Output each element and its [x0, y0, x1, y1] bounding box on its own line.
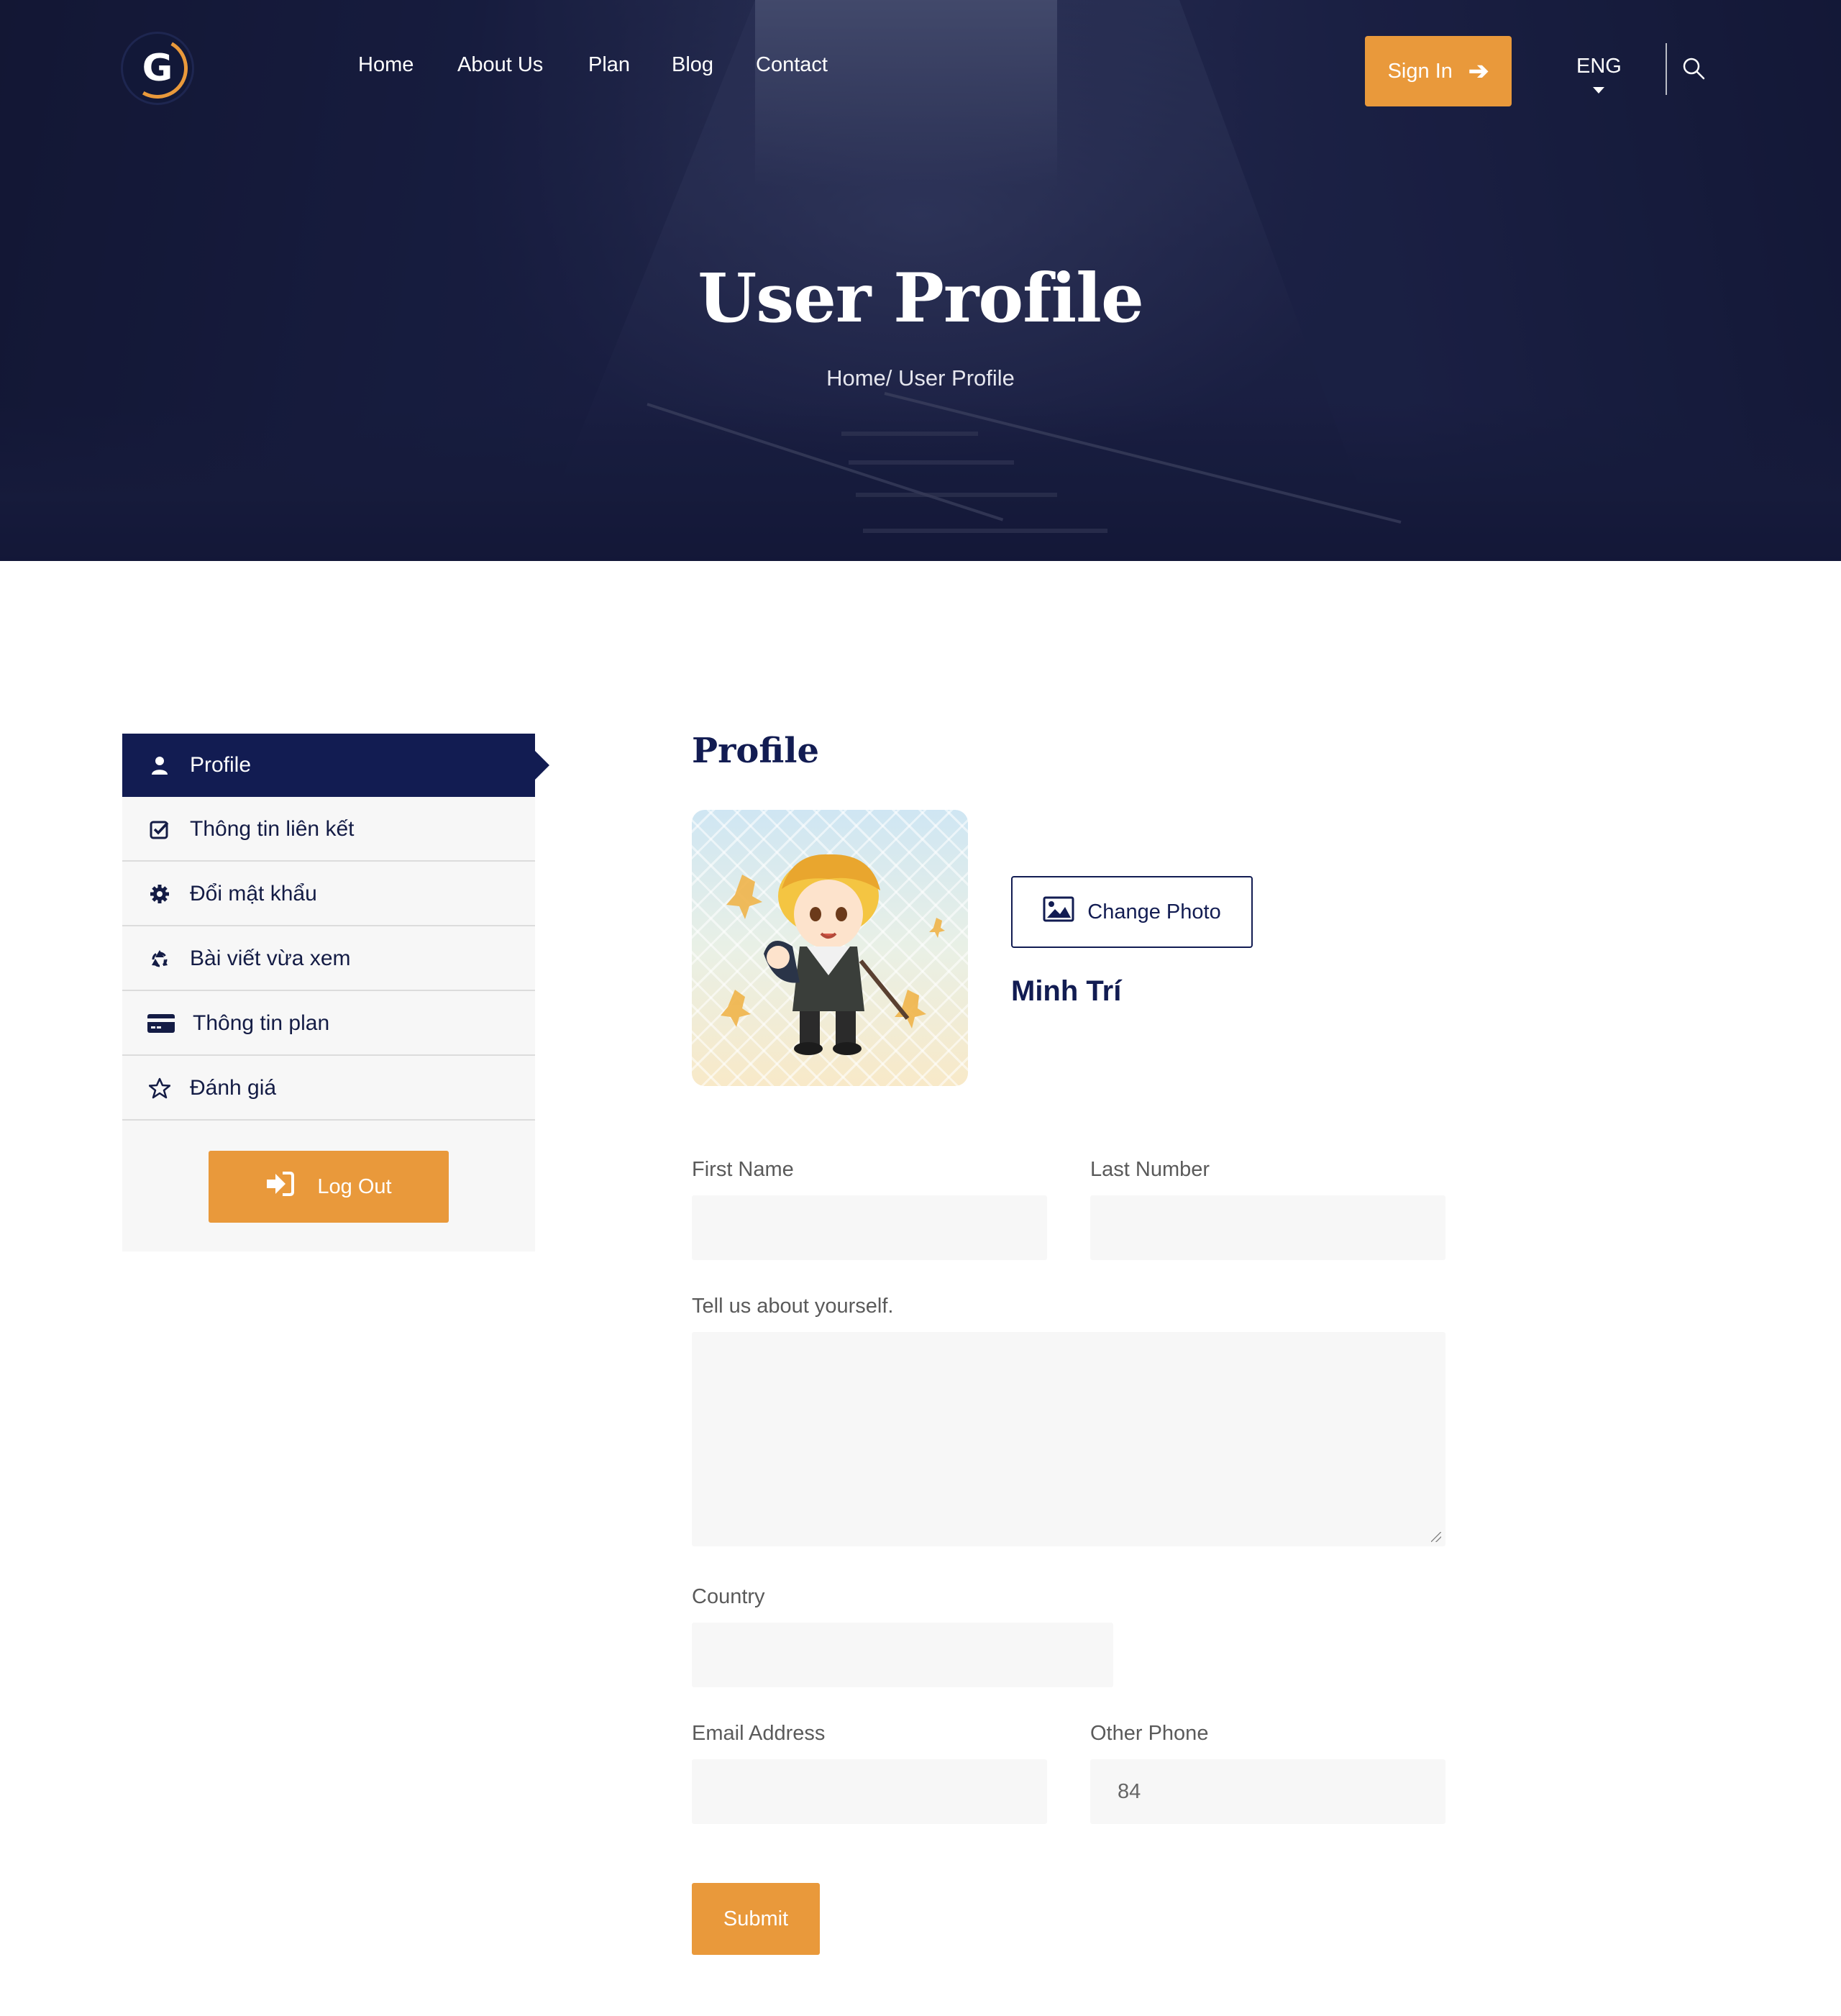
sidebar-item-label: Bài viết vừa xem: [190, 947, 351, 970]
about-label: Tell us about yourself.: [692, 1295, 894, 1318]
avatar: [692, 810, 968, 1086]
sidebar-item-recent-posts[interactable]: Bài viết vừa xem: [122, 928, 535, 991]
first-name-input[interactable]: [692, 1195, 1047, 1260]
sign-out-icon: [265, 1171, 295, 1203]
other-phone-input[interactable]: 84: [1090, 1759, 1445, 1824]
nav-blog[interactable]: Blog: [672, 53, 713, 77]
avatar-illustration: [721, 854, 945, 1055]
breadcrumb[interactable]: Home/ User Profile: [0, 365, 1841, 391]
submit-button[interactable]: Submit: [692, 1883, 820, 1955]
country-label: Country: [692, 1585, 765, 1608]
about-textarea[interactable]: [692, 1332, 1445, 1546]
image-icon: [1043, 896, 1074, 928]
sidebar-item-linked-info[interactable]: Thông tin liên kết: [122, 798, 535, 862]
sidebar-item-label: Đánh giá: [190, 1076, 277, 1100]
sidebar-item-reviews[interactable]: Đánh giá: [122, 1057, 535, 1121]
page-title: User Profile: [698, 259, 1144, 338]
section-title: Profile: [692, 731, 820, 771]
sidebar-item-profile[interactable]: Profile: [122, 734, 549, 797]
last-name-label: Last Number: [1090, 1158, 1210, 1181]
sidebar-item-label: Profile: [190, 753, 252, 777]
sidebar-item-change-password[interactable]: Đổi mật khẩu: [122, 863, 535, 926]
last-name-input[interactable]: [1090, 1195, 1445, 1260]
country-input[interactable]: [692, 1623, 1113, 1687]
sign-in-label: Sign In: [1387, 59, 1453, 83]
email-input[interactable]: [692, 1759, 1047, 1824]
sidebar-item-plan-info[interactable]: Thông tin plan: [122, 993, 535, 1056]
nav-home[interactable]: Home: [358, 53, 414, 77]
log-out-button[interactable]: Log Out: [209, 1151, 449, 1223]
change-photo-label: Change Photo: [1087, 900, 1221, 923]
sidebar-item-label: Thông tin liên kết: [190, 817, 355, 841]
first-name-label: First Name: [692, 1158, 794, 1181]
nav-plan[interactable]: Plan: [588, 53, 630, 77]
resize-handle-icon[interactable]: [1431, 1532, 1441, 1542]
logo-letter: G: [142, 47, 173, 90]
user-icon: [147, 752, 173, 778]
language-selector[interactable]: ENG: [1576, 55, 1622, 78]
user-name: Minh Trí: [1011, 975, 1122, 1007]
site-logo[interactable]: G: [121, 32, 194, 105]
recycle-icon: [147, 946, 173, 972]
change-photo-button[interactable]: Change Photo: [1011, 876, 1253, 948]
header-divider: [1666, 43, 1667, 95]
check-square-icon: [147, 816, 173, 842]
caret-down-icon[interactable]: [1593, 87, 1604, 93]
sign-in-button[interactable]: Sign In ➔: [1365, 36, 1512, 106]
star-icon: [147, 1075, 173, 1101]
nav-about-us[interactable]: About Us: [457, 53, 543, 77]
arrow-right-icon: ➔: [1468, 58, 1489, 85]
credit-card-icon: [147, 1011, 175, 1036]
search-icon[interactable]: [1681, 56, 1706, 81]
sidebar-item-label: Đổi mật khẩu: [190, 882, 317, 906]
other-phone-label: Other Phone: [1090, 1722, 1209, 1745]
sidebar-item-label: Thông tin plan: [193, 1011, 330, 1035]
nav-contact[interactable]: Contact: [756, 53, 828, 77]
gear-icon: [147, 881, 173, 907]
log-out-label: Log Out: [317, 1175, 392, 1198]
profile-sidebar: Profile Thông tin liên kết Đổi mật khẩu …: [122, 734, 549, 1251]
email-label: Email Address: [692, 1722, 826, 1745]
